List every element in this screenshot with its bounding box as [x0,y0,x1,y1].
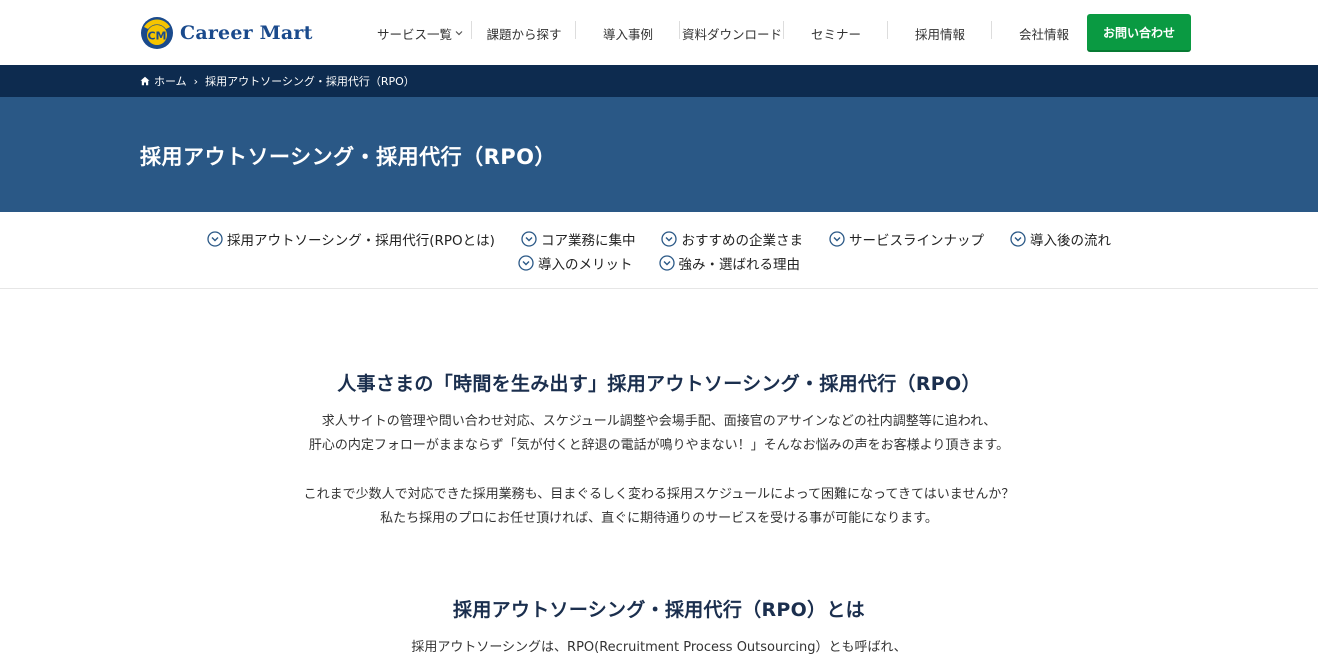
anchor-label: 強み・選ばれる理由 [678,257,801,273]
breadcrumb-home-link[interactable]: ホーム [154,73,187,89]
global-nav: サービス一覧 課題から探す 導入事例 資料ダウンロード セミナー 採用情報 会社… [368,18,1096,48]
chevron-circle-down-icon [207,231,223,247]
chevron-down-icon [455,31,463,36]
anchor-link-core-focus[interactable]: コア業務に集中 [521,229,636,249]
anchor-link-lineup[interactable]: サービスラインナップ [829,229,984,249]
chevron-circle-down-icon [518,255,534,271]
breadcrumb: ホーム › 採用アウトソーシング・採用代行（RPO） [0,65,1318,97]
paragraph-line: 肝心の内定フォローがままならず「気が付くと辞退の電話が鳴りやまない！」そんなお悩… [308,438,1010,453]
paragraph-line: 私たち採用のプロにお任せ頂ければ、直ぐに期待通りのサービスを受ける事が可能になり… [380,511,938,526]
anchor-label: 導入後の流れ [1029,233,1111,249]
anchor-label: コア業務に集中 [540,233,636,249]
anchor-label: おすすめの企業さま [681,233,803,249]
breadcrumb-current: 採用アウトソーシング・採用代行（RPO） [205,75,415,88]
contact-button[interactable]: お問い合わせ [1087,14,1191,52]
anchor-label: 導入のメリット [538,257,633,273]
chevron-circle-down-icon [829,231,845,247]
anchor-link-strengths[interactable]: 強み・選ばれる理由 [658,253,801,273]
main-content: 人事さまの「時間を生み出す」採用アウトソーシング・採用代行（RPO） 求人サイト… [0,289,1318,655]
rpo-description-paragraph: 採用アウトソーシングは、RPO(Recruitment Process Outs… [0,636,1318,660]
section-title-what-is-rpo: 採用アウトソーシング・採用代行（RPO）とは [453,599,865,621]
page-title: 採用アウトソーシング・採用代行（RPO） [140,145,556,169]
paragraph-line: 求人サイトの管理や問い合わせ対応、スケジュール調整や会場手配、面接官のアサインな… [321,414,997,429]
svg-text:CM: CM [147,30,166,43]
home-icon [140,76,150,86]
nav-item-services[interactable]: サービス一覧 [368,18,472,48]
anchor-link-recommended[interactable]: おすすめの企業さま [661,229,803,249]
nav-item-label: 会社情報 [1018,26,1069,42]
nav-item-label: サービス一覧 [376,26,452,42]
nav-item-company[interactable]: 会社情報 [992,18,1096,48]
nav-item-label: 採用情報 [914,26,965,42]
nav-item-downloads[interactable]: 資料ダウンロード [680,18,784,48]
anchor-label: サービスラインナップ [848,233,984,249]
section-title-intro: 人事さまの「時間を生み出す」採用アウトソーシング・採用代行（RPO） [337,373,981,395]
nav-item-seminar[interactable]: セミナー [784,18,888,48]
page-title-band: 採用アウトソーシング・採用代行（RPO） [0,97,1318,212]
nav-item-careers[interactable]: 採用情報 [888,18,992,48]
nav-item-issues[interactable]: 課題から探す [472,18,576,48]
intro-paragraph-2: これまで少数人で対応できた採用業務も、目まぐるしく変わる採用スケジュールによって… [0,483,1318,531]
chevron-circle-down-icon [661,231,678,247]
nav-item-case-studies[interactable]: 導入事例 [576,18,680,48]
chevron-circle-down-icon [658,255,675,271]
anchor-link-about-rpo[interactable]: 採用アウトソーシング・採用代行(RPOとは) [207,229,495,249]
nav-item-label: 課題から探す [486,26,562,42]
logo-text: Career Mart [180,22,313,44]
page-anchor-nav: 採用アウトソーシング・採用代行(RPOとは) コア業務に集中 おすすめの企業さま… [0,212,1318,289]
chevron-circle-down-icon [1010,231,1026,247]
paragraph-line: 採用アウトソーシングは、RPO(Recruitment Process Outs… [411,640,907,655]
chevron-circle-down-icon [521,231,537,247]
anchor-label: 採用アウトソーシング・採用代行(RPOとは) [227,233,495,249]
anchor-link-merits[interactable]: 導入のメリット [518,253,633,273]
career-mart-logo-icon: CM [140,16,174,50]
anchor-link-flow[interactable]: 導入後の流れ [1010,229,1111,249]
breadcrumb-separator: › [193,74,199,88]
intro-paragraph-1: 求人サイトの管理や問い合わせ対応、スケジュール調整や会場手配、面接官のアサインな… [0,410,1318,458]
paragraph-line: これまで少数人で対応できた採用業務も、目まぐるしく変わる採用スケジュールによって… [303,487,1015,502]
nav-item-label: 資料ダウンロード [681,26,782,42]
site-header: CM Career Mart サービス一覧 課題から探す 導入事例 資料ダウンロ… [0,0,1318,65]
nav-item-label: セミナー [810,26,861,42]
site-logo[interactable]: CM Career Mart [140,16,313,50]
nav-item-label: 導入事例 [602,26,653,42]
